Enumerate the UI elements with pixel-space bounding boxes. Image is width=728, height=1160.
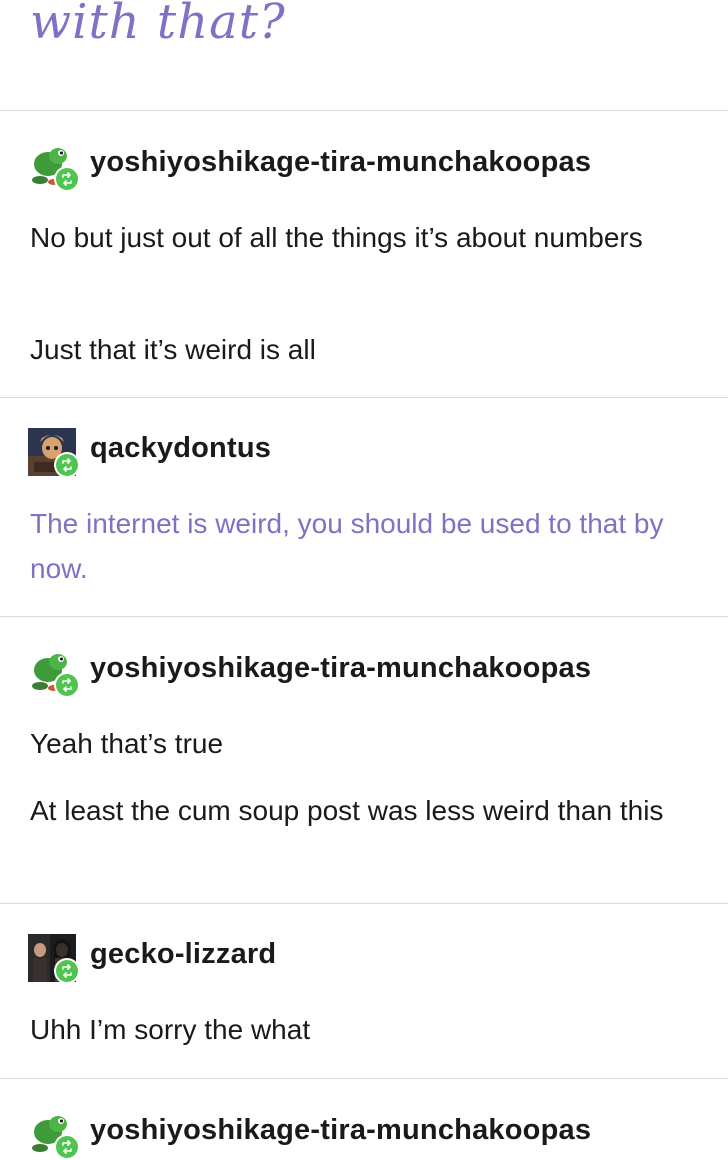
post-paragraph: Uhh I’m sorry the what xyxy=(30,1014,311,1045)
reblog-icon xyxy=(54,1134,80,1160)
post-paragraph-link[interactable]: The internet is weird, you should be use… xyxy=(30,501,700,591)
divider xyxy=(0,110,728,111)
author-row: qackydontus xyxy=(28,428,718,478)
reblog-icon xyxy=(54,452,80,478)
header-title: with that? xyxy=(30,0,286,50)
reblog-icon xyxy=(54,958,80,984)
username-link[interactable]: yoshiyoshikage-tira-munchakoopas xyxy=(90,1114,591,1147)
reblog-icon xyxy=(54,672,80,698)
post-paragraph: At least the cum soup post was less weir… xyxy=(30,795,664,826)
author-row: yoshiyoshikage-tira-munchakoopas xyxy=(28,648,718,698)
divider xyxy=(0,903,728,904)
username-link[interactable]: yoshiyoshikage-tira-munchakoopas xyxy=(90,146,591,179)
divider xyxy=(0,397,728,398)
divider xyxy=(0,1078,728,1079)
post-paragraph: Just that it’s weird is all xyxy=(30,334,316,365)
author-row: gecko-lizzard xyxy=(28,934,718,984)
username-link[interactable]: gecko-lizzard xyxy=(90,938,276,971)
post-paragraph: Yeah that’s true xyxy=(30,728,224,759)
reblog-icon xyxy=(54,166,80,192)
username-link[interactable]: yoshiyoshikage-tira-munchakoopas xyxy=(90,652,591,685)
author-row: yoshiyoshikage-tira-munchakoopas xyxy=(28,142,718,192)
divider xyxy=(0,616,728,617)
author-row: yoshiyoshikage-tira-munchakoopas xyxy=(28,1110,718,1160)
post-paragraph: No but just out of all the things it’s a… xyxy=(30,222,643,253)
username-link[interactable]: qackydontus xyxy=(90,432,271,465)
